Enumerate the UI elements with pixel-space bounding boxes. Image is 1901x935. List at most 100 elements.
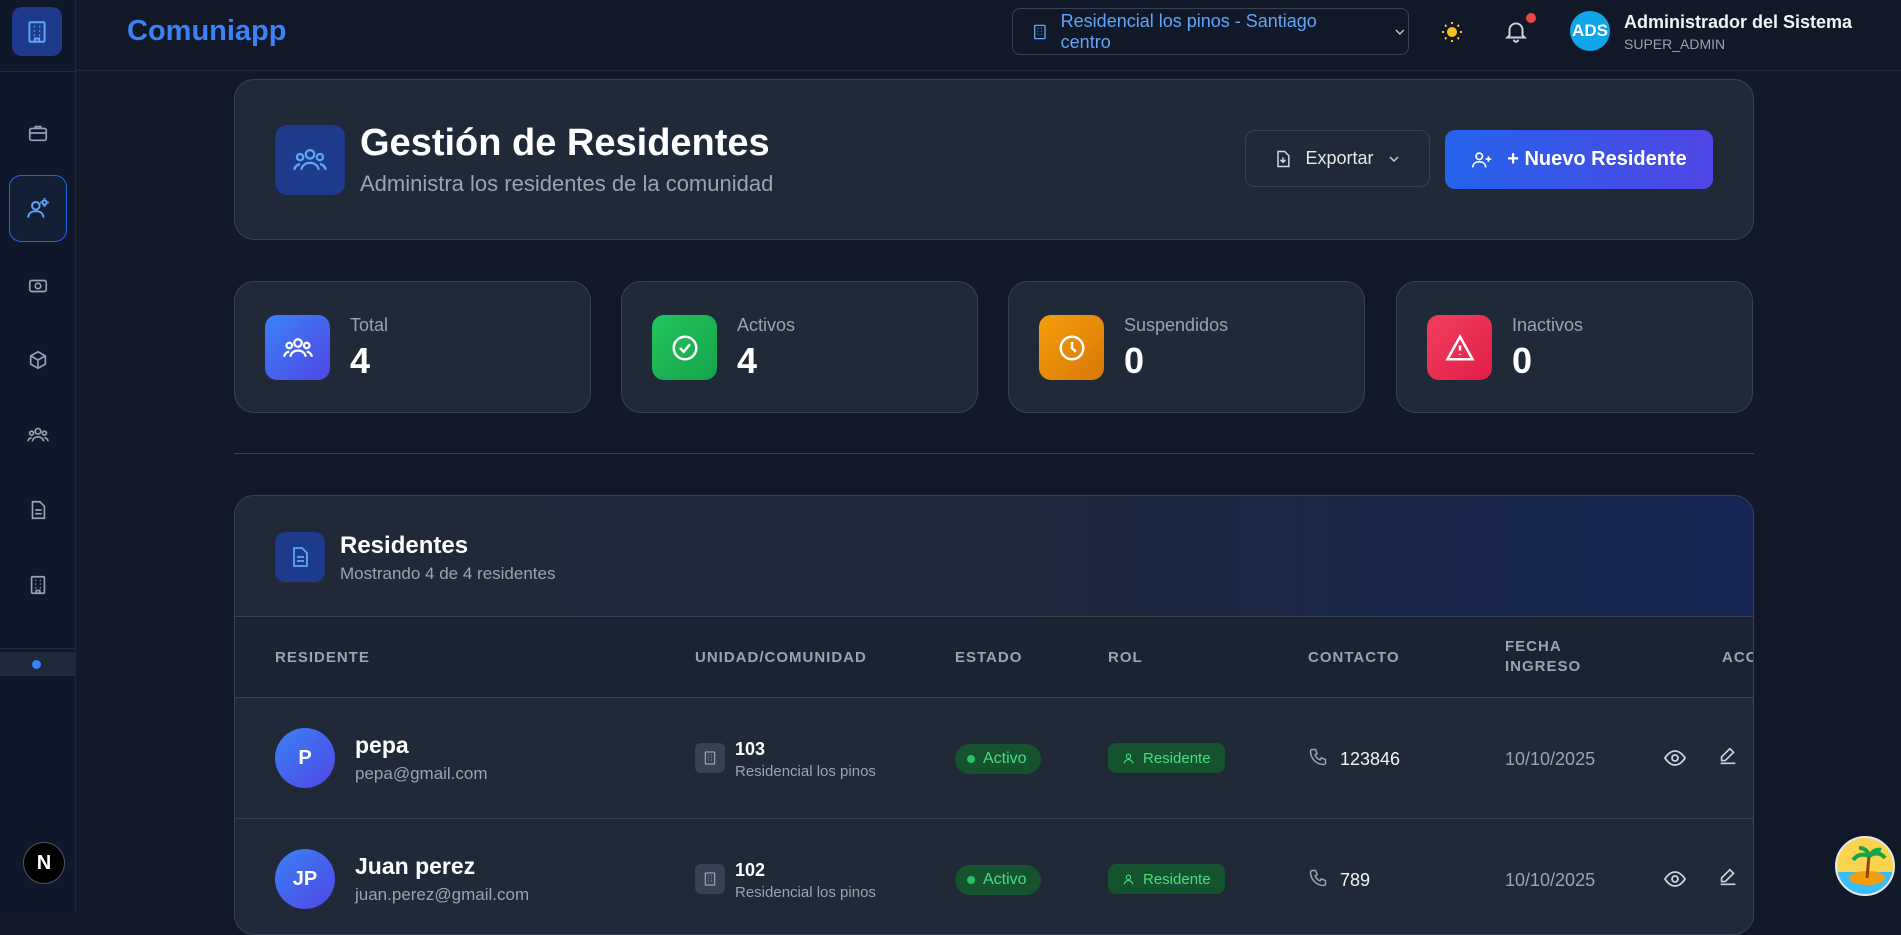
chevron-down-icon	[1395, 29, 1405, 35]
table-title: Residentes	[340, 532, 469, 559]
active-icon-box	[652, 315, 717, 380]
role-badge: Residente	[1108, 743, 1225, 773]
contact-phone: 789	[1340, 870, 1371, 890]
role-label: Residente	[1143, 870, 1211, 888]
page-header: Gestión de Residentes Administra los res…	[234, 79, 1754, 240]
sidebar-item-residents[interactable]	[9, 175, 67, 242]
status-dot	[32, 660, 41, 669]
sidebar-item-buildings[interactable]	[9, 555, 67, 615]
view-button[interactable]	[1663, 867, 1687, 891]
stat-value: 0	[1124, 340, 1145, 381]
dev-tools-badge[interactable]: N	[23, 842, 65, 884]
stat-label: Total	[350, 315, 389, 335]
edit-icon	[1720, 747, 1736, 765]
edit-button[interactable]	[1717, 745, 1739, 767]
building-icon	[30, 575, 46, 595]
avatar[interactable]: ADS	[1570, 11, 1610, 51]
view-button[interactable]	[1663, 746, 1687, 770]
clock-icon	[1059, 335, 1084, 360]
column-header-resident[interactable]: RESIDENTE	[275, 649, 370, 666]
check-circle-icon	[672, 335, 697, 360]
section-divider	[234, 453, 1754, 454]
stat-label: Activos	[737, 315, 796, 335]
user-plus-icon	[1472, 151, 1492, 167]
new-resident-button[interactable]: + Nuevo Residente	[1445, 130, 1713, 189]
eye-icon	[1663, 871, 1687, 887]
users-settings-icon	[27, 197, 49, 218]
unit-community: Residencial los pinos	[735, 884, 876, 901]
column-header-role[interactable]: ROL	[1108, 649, 1143, 666]
avatar: JP	[275, 849, 335, 909]
page-subtitle: Administra los residentes de la comunida…	[360, 171, 774, 196]
table-icon-box	[275, 532, 325, 582]
sidebar-item-payments[interactable]	[9, 256, 67, 316]
unit-number: 102	[735, 860, 766, 880]
table-row[interactable]: P pepa pepa@gmail.com 103 Residencial lo…	[235, 698, 1753, 819]
page-title: Gestión de Residentes	[360, 122, 770, 164]
money-icon	[28, 279, 48, 293]
status-label: Activo	[983, 750, 1027, 767]
inactive-icon-box	[1427, 315, 1492, 380]
table-subtitle: Mostrando 4 de 4 residentes	[340, 564, 556, 583]
suspended-icon-box	[1039, 315, 1104, 380]
new-resident-label: + Nuevo Residente	[1507, 148, 1687, 170]
community-name: Residencial los pinos - Santiago centro	[1060, 10, 1317, 52]
users-icon	[293, 148, 327, 171]
resident-name: Juan perez	[355, 853, 476, 879]
sidebar-item-briefcase[interactable]	[9, 103, 67, 163]
residents-table: Residentes Mostrando 4 de 4 residentes R…	[234, 495, 1754, 935]
user-icon	[1123, 874, 1134, 884]
notifications-button[interactable]	[1503, 18, 1529, 44]
table-header: Residentes Mostrando 4 de 4 residentes	[235, 496, 1753, 617]
app-logo[interactable]	[12, 7, 62, 56]
user-role: SUPER_ADMIN	[1624, 36, 1726, 52]
sidebar-item-users[interactable]	[9, 405, 67, 465]
edit-button[interactable]	[1717, 866, 1739, 888]
unit-icon-box	[695, 743, 725, 773]
entry-date: 10/10/2025	[1505, 749, 1596, 769]
eye-icon	[1663, 750, 1687, 766]
download-file-icon	[1277, 150, 1291, 167]
sun-icon	[1442, 22, 1462, 42]
theme-toggle[interactable]	[1440, 20, 1464, 44]
column-header-date[interactable]: FECHA	[1505, 638, 1562, 655]
stat-label: Suspendidos	[1124, 315, 1229, 335]
column-header-unit[interactable]: UNIDAD/COMUNIDAD	[695, 649, 867, 666]
document-icon	[293, 547, 308, 567]
status-dot	[967, 876, 975, 884]
building-icon	[704, 751, 716, 765]
app-brand[interactable]: Comuniapp	[127, 15, 287, 48]
community-selector[interactable]: Residencial los pinos - Santiago centro	[1012, 8, 1409, 55]
edit-icon	[1720, 868, 1736, 886]
status-badge: Activo	[955, 744, 1041, 774]
chevron-down-icon	[1389, 156, 1398, 162]
role-label: Residente	[1143, 749, 1211, 767]
table-row[interactable]: JP Juan perez juan.perez@gmail.com 102 R…	[235, 819, 1753, 934]
phone-icon	[1308, 868, 1328, 888]
sidebar-item-inventory[interactable]	[9, 330, 67, 390]
document-icon	[31, 500, 46, 520]
building-icon	[704, 872, 716, 886]
column-header-status[interactable]: ESTADO	[955, 649, 1022, 666]
avatar: P	[275, 728, 335, 788]
sidebar-status-row	[0, 652, 76, 676]
export-button[interactable]: Exportar	[1245, 130, 1430, 187]
notification-dot	[1526, 13, 1536, 23]
contact-phone: 123846	[1340, 749, 1401, 769]
user-icon	[1123, 753, 1134, 763]
column-header-contact[interactable]: CONTACTO	[1308, 649, 1400, 666]
user-name[interactable]: Administrador del Sistema	[1624, 12, 1852, 33]
stat-card-inactive: Inactivos 0	[1396, 281, 1753, 413]
beach-icon	[1837, 838, 1893, 894]
assistant-button[interactable]	[1835, 836, 1895, 896]
stat-label: Inactivos	[1512, 315, 1584, 335]
status-badge: Activo	[955, 865, 1041, 895]
unit-icon-box	[695, 864, 725, 894]
stat-card-suspended: Suspendidos 0	[1008, 281, 1365, 413]
status-label: Activo	[983, 871, 1027, 888]
sidebar-item-documents[interactable]	[9, 480, 67, 540]
unit-community: Residencial los pinos	[735, 763, 876, 780]
column-header-date-line2: INGRESO	[1505, 658, 1582, 675]
stat-card-total: Total 4	[234, 281, 591, 413]
total-icon-box	[265, 315, 330, 380]
